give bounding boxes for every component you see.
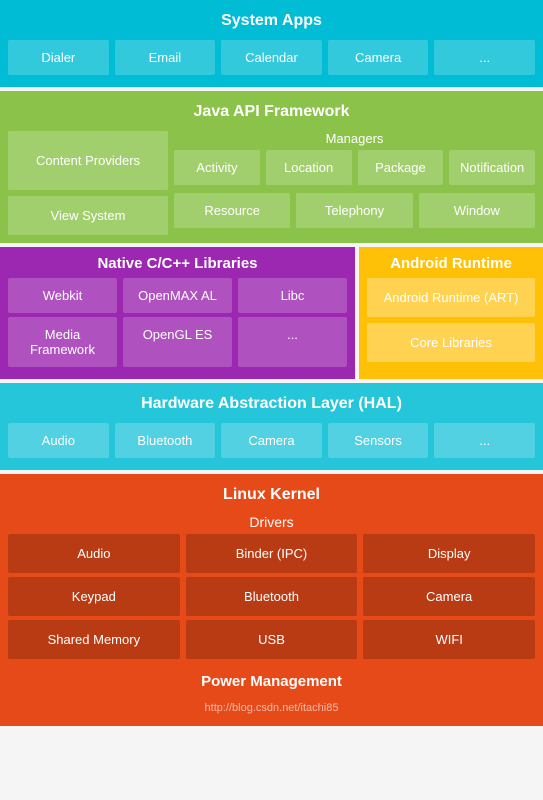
java-api-layer: Java API Framework Content Providers Vie… — [0, 91, 543, 243]
watermark: http://blog.csdn.net/itachi85 — [8, 700, 535, 718]
hal-more: ... — [434, 423, 535, 458]
kernel-wifi: WIFI — [363, 620, 535, 659]
manager-activity: Activity — [174, 150, 260, 185]
native-libc: Libc — [238, 278, 347, 313]
managers-row2: Resource Telephony Window — [174, 193, 535, 228]
hal-bluetooth: Bluetooth — [115, 423, 216, 458]
native-cpp-layer: Native C/C++ Libraries Webkit OpenMAX AL… — [0, 247, 355, 379]
native-row2: Media Framework OpenGL ES ... — [8, 317, 347, 367]
linux-kernel-layer: Linux Kernel Drivers Audio Binder (IPC) … — [0, 474, 543, 726]
manager-telephony: Telephony — [296, 193, 412, 228]
kernel-bluetooth: Bluetooth — [186, 577, 358, 616]
kernel-row3: Shared Memory USB WIFI — [8, 620, 535, 659]
system-apps-calendar: Calendar — [221, 40, 322, 75]
android-runtime-core: Core Libraries — [367, 323, 535, 362]
java-api-left-col: Content Providers View System — [8, 131, 168, 235]
native-webkit: Webkit — [8, 278, 117, 313]
kernel-row1: Audio Binder (IPC) Display — [8, 534, 535, 573]
kernel-camera: Camera — [363, 577, 535, 616]
manager-resource: Resource — [174, 193, 290, 228]
managers-grid: Activity Location Package Notification R… — [174, 150, 535, 232]
managers-title: Managers — [174, 131, 535, 146]
system-apps-items: Dialer Email Calendar Camera ... — [8, 40, 535, 75]
manager-package: Package — [358, 150, 444, 185]
manager-window: Window — [419, 193, 535, 228]
kernel-sharedmem: Shared Memory — [8, 620, 180, 659]
drivers-title: Drivers — [8, 514, 535, 530]
native-cpp-title: Native C/C++ Libraries — [8, 255, 347, 272]
system-apps-camera: Camera — [328, 40, 429, 75]
manager-notification: Notification — [449, 150, 535, 185]
system-apps-title: System Apps — [8, 8, 535, 34]
kernel-usb: USB — [186, 620, 358, 659]
linux-kernel-title: Linux Kernel — [8, 482, 535, 508]
android-runtime-title: Android Runtime — [367, 255, 535, 272]
hal-camera: Camera — [221, 423, 322, 458]
power-mgmt-label: Power Management — [8, 663, 535, 700]
system-apps-layer: System Apps Dialer Email Calendar Camera… — [0, 0, 543, 87]
native-runtime-row: Native C/C++ Libraries Webkit OpenMAX AL… — [0, 247, 543, 379]
hal-audio: Audio — [8, 423, 109, 458]
manager-location: Location — [266, 150, 352, 185]
kernel-row2: Keypad Bluetooth Camera — [8, 577, 535, 616]
hal-title: Hardware Abstraction Layer (HAL) — [8, 391, 535, 417]
managers-row1: Activity Location Package Notification — [174, 150, 535, 185]
native-openmax: OpenMAX AL — [123, 278, 232, 313]
android-runtime-layer: Android Runtime Android Runtime (ART) Co… — [359, 247, 543, 379]
content-providers-box: Content Providers — [8, 131, 168, 190]
hal-layer: Hardware Abstraction Layer (HAL) Audio B… — [0, 383, 543, 470]
view-system-box: View System — [8, 196, 168, 235]
system-apps-dialer: Dialer — [8, 40, 109, 75]
native-opengles: OpenGL ES — [123, 317, 232, 367]
hal-sensors: Sensors — [328, 423, 429, 458]
hal-items: Audio Bluetooth Camera Sensors ... — [8, 423, 535, 458]
native-row1: Webkit OpenMAX AL Libc — [8, 278, 347, 313]
kernel-keypad: Keypad — [8, 577, 180, 616]
native-mediaframework: Media Framework — [8, 317, 117, 367]
kernel-display: Display — [363, 534, 535, 573]
kernel-audio: Audio — [8, 534, 180, 573]
android-runtime-art: Android Runtime (ART) — [367, 278, 535, 317]
java-api-title: Java API Framework — [8, 99, 535, 125]
native-more: ... — [238, 317, 347, 367]
java-api-inner: Content Providers View System Managers A… — [8, 131, 535, 235]
managers-col: Managers Activity Location Package Notif… — [174, 131, 535, 235]
kernel-binder: Binder (IPC) — [186, 534, 358, 573]
system-apps-email: Email — [115, 40, 216, 75]
system-apps-more: ... — [434, 40, 535, 75]
